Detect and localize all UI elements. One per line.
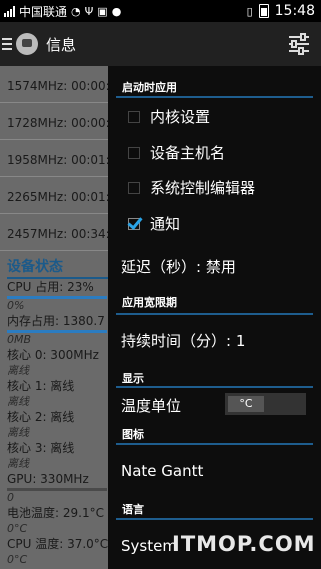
temp-unit-toggle[interactable]: °C: [225, 393, 306, 415]
startup-item-label: 内核设置: [150, 108, 211, 126]
status-bar: 中国联通 ◔ Ψ ▣ ● ▯ 15:48: [0, 0, 321, 22]
app-logo-icon: [16, 33, 38, 55]
icon-setting[interactable]: Nate Gantt: [121, 462, 203, 480]
app-title: 信息: [46, 35, 77, 54]
signal-icon: [4, 5, 15, 17]
settings-drawer: 启动时应用 内核设置 设备主机名 系统控制编辑器 通知 延迟（秒）: 禁用 应用…: [108, 66, 321, 569]
battery-icon: [258, 4, 269, 18]
checkbox-icon[interactable]: [128, 146, 140, 159]
duration-setting[interactable]: 持续时间（分）: 1: [121, 330, 245, 351]
header-divider: [116, 313, 313, 315]
clock: 15:48: [274, 3, 315, 19]
watermark-logo: ITMOP.COM: [172, 532, 316, 556]
delay-setting[interactable]: 延迟（秒）: 禁用: [121, 256, 236, 277]
display-header: 显示: [122, 372, 144, 385]
startup-item-notification[interactable]: 通知: [128, 213, 180, 234]
temp-unit-value: °C: [228, 396, 264, 412]
language-header: 语言: [122, 503, 144, 516]
settings-sliders-icon[interactable]: [287, 32, 311, 56]
language-setting[interactable]: System: [121, 537, 177, 555]
startup-item-kernel[interactable]: 内核设置: [128, 106, 210, 127]
header-divider: [116, 443, 313, 445]
header-divider: [116, 386, 313, 388]
phone-icon: ▯: [246, 4, 253, 18]
checkbox-icon[interactable]: [128, 181, 140, 194]
drawer-toggle-icon[interactable]: [2, 38, 12, 50]
temp-unit-label: 温度单位: [121, 397, 182, 415]
notification-icon: ●: [111, 4, 122, 18]
android-icon: ▣: [97, 4, 108, 18]
startup-item-hostname[interactable]: 设备主机名: [128, 142, 225, 163]
checkbox-icon[interactable]: [128, 110, 140, 123]
startup-header: 启动时应用: [122, 81, 177, 94]
app-bar: 信息: [0, 22, 321, 66]
carrier-name: 中国联通: [19, 4, 68, 19]
wifi-icon: ◔: [71, 4, 81, 18]
startup-item-sysctl[interactable]: 系统控制编辑器: [128, 177, 255, 198]
startup-item-label: 设备主机名: [150, 144, 226, 162]
network-icon: Ψ: [84, 4, 94, 18]
icon-header: 图标: [122, 428, 144, 441]
startup-item-label: 通知: [150, 215, 181, 233]
header-divider: [116, 518, 313, 520]
checkbox-checked-icon[interactable]: [128, 217, 140, 230]
wakelock-header: 应用宽限期: [122, 296, 177, 309]
startup-item-label: 系统控制编辑器: [150, 179, 256, 197]
header-divider: [116, 96, 313, 98]
